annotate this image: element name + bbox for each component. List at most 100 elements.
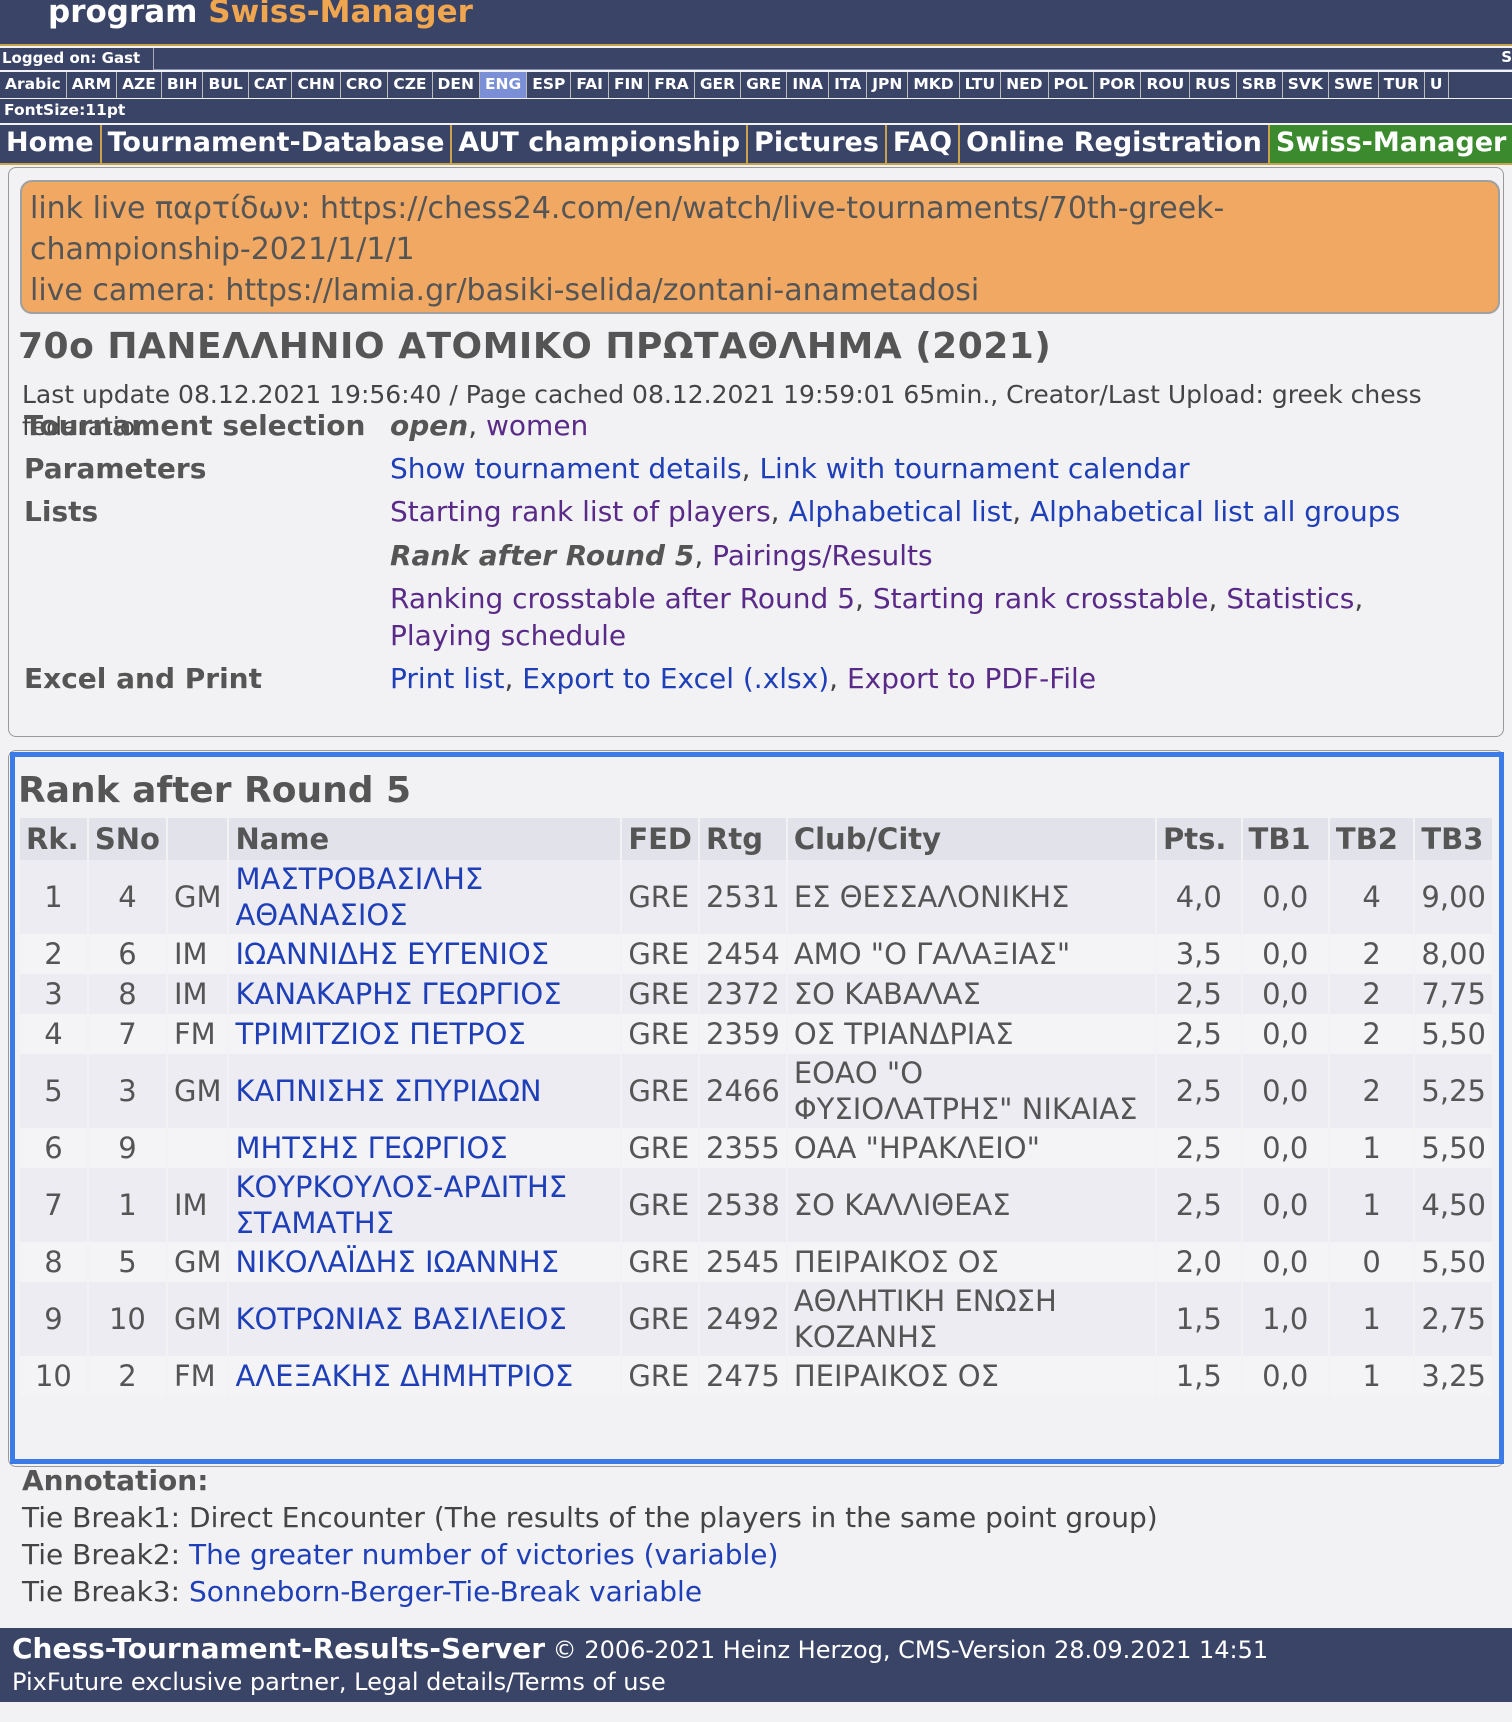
menu-tournament-database[interactable]: Tournament-Database bbox=[102, 125, 453, 163]
legal-details-link[interactable]: Legal details/Terms of use bbox=[354, 1668, 666, 1696]
selection-open[interactable]: open bbox=[390, 409, 468, 442]
column-header-tb2: TB2 bbox=[1328, 818, 1416, 860]
player-name-link[interactable]: ΑΛΕΞΑΚΗΣ ΔΗΜΗΤΡΙΟΣ bbox=[228, 1356, 623, 1396]
language-fin[interactable]: FIN bbox=[609, 72, 650, 98]
live-camera-link[interactable]: live camera: https://lamia.gr/basiki-sel… bbox=[30, 270, 1490, 311]
rank-after-round-current: Rank after Round 5 bbox=[390, 539, 695, 572]
cell-tb2: 1 bbox=[1328, 1282, 1416, 1356]
language-aze[interactable]: AZE bbox=[117, 72, 162, 98]
playing-schedule-link[interactable]: Playing schedule bbox=[390, 619, 626, 652]
language-cat[interactable]: CAT bbox=[249, 72, 293, 98]
lists-links-row3: Ranking crosstable after Round 5, Starti… bbox=[390, 582, 1364, 615]
cell-tb3: 7,75 bbox=[1414, 974, 1494, 1014]
menu-faq[interactable]: FAQ bbox=[887, 125, 961, 163]
pixfuture-link[interactable]: PixFuture exclusive partner bbox=[12, 1668, 339, 1696]
language-ita[interactable]: ITA bbox=[829, 72, 868, 98]
language-ned[interactable]: NED bbox=[1001, 72, 1049, 98]
tie-break3-link[interactable]: Sonneborn-Berger-Tie-Break variable bbox=[189, 1575, 702, 1608]
cell-tb3: 5,50 bbox=[1414, 1014, 1494, 1054]
language-rus[interactable]: RUS bbox=[1190, 72, 1237, 98]
footer: Chess-Tournament-Results-Server © 2006-2… bbox=[0, 1628, 1512, 1702]
cell-rtg: 2355 bbox=[699, 1128, 788, 1168]
menu-swiss-manager[interactable]: Swiss-Manager bbox=[1269, 125, 1512, 163]
alphabetical-list-link[interactable]: Alphabetical list bbox=[788, 495, 1012, 528]
menu-pictures[interactable]: Pictures bbox=[748, 125, 887, 163]
player-name-link[interactable]: ΜΗΤΣΗΣ ΓΕΩΡΓΙΟΣ bbox=[228, 1128, 623, 1168]
export-pdf-link[interactable]: Export to PDF-File bbox=[847, 662, 1096, 695]
export-excel-link[interactable]: Export to Excel (.xlsx) bbox=[522, 662, 829, 695]
cell-pts: 3,5 bbox=[1155, 934, 1243, 974]
language-arabic[interactable]: Arabic bbox=[0, 72, 67, 98]
language-cze[interactable]: CZE bbox=[388, 72, 433, 98]
language-chn[interactable]: CHN bbox=[292, 72, 341, 98]
login-bar: Logged on: Gast S bbox=[0, 48, 1512, 70]
tie-break2-line: Tie Break2: The greater number of victor… bbox=[22, 1536, 1158, 1573]
cell-fed: GRE bbox=[621, 860, 701, 934]
menu-aut-championship[interactable]: AUT championship bbox=[452, 125, 749, 163]
cell-rk: 2 bbox=[20, 934, 89, 974]
language-bul[interactable]: BUL bbox=[203, 72, 249, 98]
statistics-link[interactable]: Statistics bbox=[1226, 582, 1354, 615]
language-srb[interactable]: SRB bbox=[1237, 72, 1283, 98]
pairings-results-link[interactable]: Pairings/Results bbox=[712, 539, 933, 572]
selection-women-link[interactable]: women bbox=[486, 409, 588, 442]
main-menu: Home Tournament-Database AUT championship P… bbox=[0, 125, 1512, 165]
language-cro[interactable]: CRO bbox=[341, 72, 389, 98]
cell-sno: 4 bbox=[87, 860, 168, 934]
brand-logo[interactable]: program Swiss-Manager bbox=[48, 0, 473, 30]
cell-club: ΑΜΟ "Ο ΓΑΛΑΞΙΑΣ" bbox=[786, 934, 1157, 974]
player-name-link[interactable]: ΚΑΠΝΙΣΗΣ ΣΠΥΡΙΔΩΝ bbox=[228, 1054, 623, 1128]
cell-tb1: 0,0 bbox=[1241, 860, 1330, 934]
language-u[interactable]: U bbox=[1425, 72, 1449, 98]
language-bih[interactable]: BIH bbox=[162, 72, 204, 98]
cell-tb1: 0,0 bbox=[1241, 934, 1330, 974]
player-name-link[interactable]: ΙΩΑΝΝΙΔΗΣ ΕΥΓΕΝΙΟΣ bbox=[228, 934, 623, 974]
table-row: 6 9 ΜΗΤΣΗΣ ΓΕΩΡΓΙΟΣ GRE 2355 ΟΑΑ "ΗΡΑΚΛΕΙΟ" 2,… bbox=[20, 1128, 1494, 1168]
cell-tb2: 2 bbox=[1328, 1014, 1416, 1054]
cell-title: IM bbox=[166, 1168, 230, 1242]
live-games-link-line2[interactable]: championship-2021/1/1/1 bbox=[30, 229, 1490, 270]
language-arm[interactable]: ARM bbox=[67, 72, 118, 98]
player-name-link[interactable]: ΚΟΤΡΩΝΙΑΣ ΒΑΣΙΛΕΙΟΣ bbox=[228, 1282, 623, 1356]
language-por[interactable]: POR bbox=[1094, 72, 1142, 98]
language-tur[interactable]: TUR bbox=[1379, 72, 1425, 98]
show-tournament-details-link[interactable]: Show tournament details bbox=[390, 452, 742, 485]
live-games-link-line1[interactable]: link live παρτίδων: https://chess24.com/… bbox=[30, 188, 1490, 229]
language-esp[interactable]: ESP bbox=[527, 72, 572, 98]
language-pol[interactable]: POL bbox=[1049, 72, 1094, 98]
print-list-link[interactable]: Print list bbox=[390, 662, 504, 695]
cell-tb3: 9,00 bbox=[1414, 860, 1494, 934]
language-jpn[interactable]: JPN bbox=[867, 72, 909, 98]
fontsize-selector[interactable]: FontSize:11pt bbox=[0, 99, 1512, 123]
starting-rank-crosstable-link[interactable]: Starting rank crosstable bbox=[873, 582, 1209, 615]
cell-tb3: 2,75 bbox=[1414, 1282, 1494, 1356]
language-fai[interactable]: FAI bbox=[571, 72, 609, 98]
player-name-link[interactable]: ΚΑΝΑΚΑΡΗΣ ΓΕΩΡΓΙΟΣ bbox=[228, 974, 623, 1014]
tie-break2-link[interactable]: The greater number of victories (variabl… bbox=[189, 1538, 778, 1571]
language-ltu[interactable]: LTU bbox=[960, 72, 1002, 98]
language-eng[interactable]: ENG bbox=[479, 72, 528, 98]
alphabetical-all-groups-link[interactable]: Alphabetical list all groups bbox=[1030, 495, 1400, 528]
language-gre[interactable]: GRE bbox=[741, 72, 788, 98]
language-swe[interactable]: SWE bbox=[1329, 72, 1379, 98]
cell-rk: 8 bbox=[20, 1242, 89, 1282]
player-name-link[interactable]: ΚΟΥΡΚΟΥΛΟΣ-ΑΡΔΙΤΗΣ ΣΤΑΜΑΤΗΣ bbox=[228, 1168, 623, 1242]
language-mkd[interactable]: MKD bbox=[908, 72, 960, 98]
player-name-link[interactable]: ΝΙΚΟΛΑΪΔΗΣ ΙΩΑΝΝΗΣ bbox=[228, 1242, 623, 1282]
cell-rk: 4 bbox=[20, 1014, 89, 1054]
language-ina[interactable]: INA bbox=[787, 72, 830, 98]
player-name-link[interactable]: ΤΡΙΜΙΤΖΙΟΣ ΠΕΤΡΟΣ bbox=[228, 1014, 623, 1054]
tournament-calendar-link[interactable]: Link with tournament calendar bbox=[759, 452, 1189, 485]
player-name-link[interactable]: ΜΑΣΤΡΟΒΑΣΙΛΗΣ ΑΘΑΝΑΣΙΟΣ bbox=[228, 860, 623, 934]
language-ger[interactable]: GER bbox=[695, 72, 742, 98]
cell-club: ΠΕΙΡΑΙΚΟΣ ΟΣ bbox=[786, 1356, 1157, 1396]
top-banner: program Swiss-Manager bbox=[0, 0, 1512, 46]
language-svk[interactable]: SVK bbox=[1283, 72, 1329, 98]
language-den[interactable]: DEN bbox=[433, 72, 480, 98]
starting-rank-list-link[interactable]: Starting rank list of players bbox=[390, 495, 771, 528]
menu-online-registration[interactable]: Online Registration bbox=[960, 125, 1270, 163]
language-rou[interactable]: ROU bbox=[1141, 72, 1191, 98]
ranking-crosstable-link[interactable]: Ranking crosstable after Round 5 bbox=[390, 582, 855, 615]
language-fra[interactable]: FRA bbox=[649, 72, 695, 98]
menu-home[interactable]: Home bbox=[0, 125, 102, 163]
